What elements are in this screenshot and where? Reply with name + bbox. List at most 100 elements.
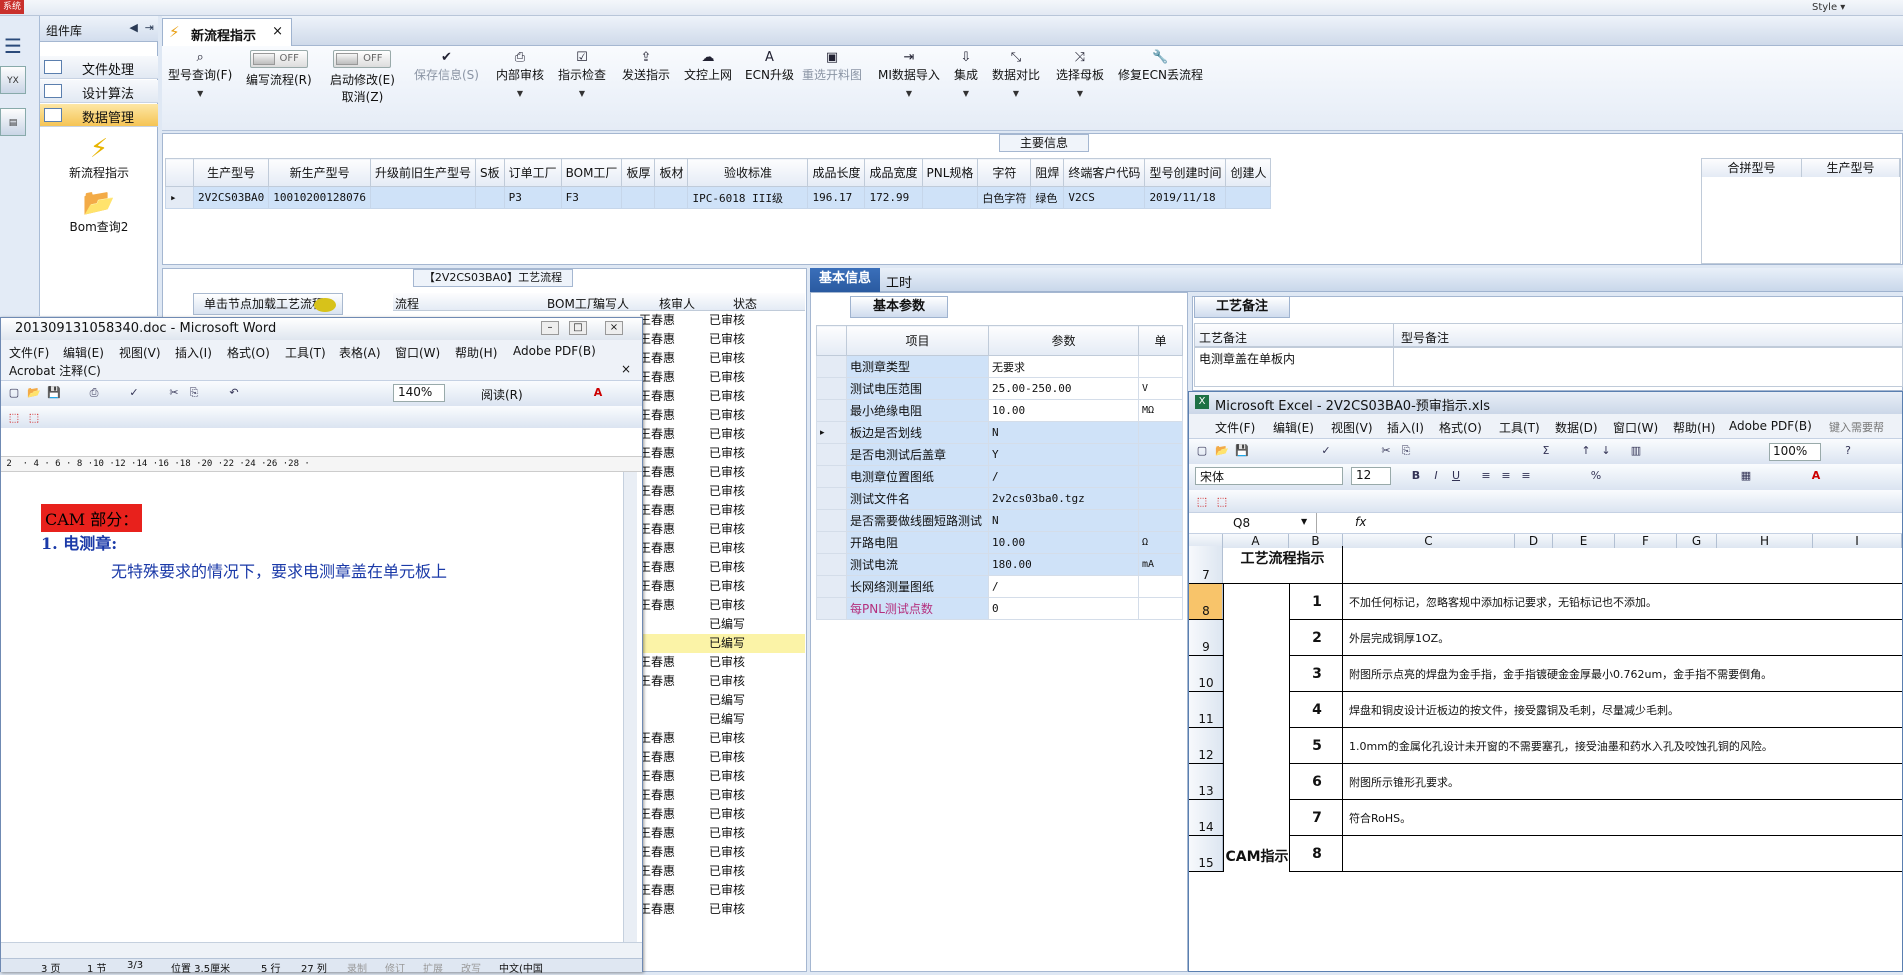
zoom-select[interactable]: 100% <box>1769 443 1821 461</box>
menu-item[interactable]: 工具(T) <box>1499 419 1540 436</box>
save-icon[interactable]: 💾 <box>1235 444 1249 458</box>
comp-item-design[interactable]: 设计算法 <box>40 80 158 103</box>
tab-basic-info[interactable]: 基本信息 <box>810 268 880 292</box>
remark-row[interactable]: 电测章盖在单板内 <box>1194 347 1903 387</box>
new-icon[interactable]: ▢ <box>7 386 21 400</box>
menu-item[interactable]: 文件(F) <box>9 344 49 361</box>
menu-item[interactable]: 数据(D) <box>1555 419 1598 436</box>
sum-icon[interactable]: Σ <box>1539 444 1553 458</box>
word-page[interactable]: CAM 部分： 1. 电测章: 无特殊要求的情况下，要求电测章盖在单元板上 <box>15 472 625 942</box>
col-header[interactable]: 生产型号 <box>1802 159 1900 177</box>
reselect-cut-button[interactable]: ▣ 重选开料图 <box>802 50 862 83</box>
menu-item[interactable]: 视图(V) <box>1331 419 1373 436</box>
pdf-icon[interactable]: ⬚ <box>1195 495 1209 509</box>
pdf-comment-icon[interactable]: ⬚ <box>1215 495 1229 509</box>
pdf-comment-icon[interactable]: ⬚ <box>27 411 41 425</box>
col-header[interactable]: S板 <box>474 158 505 187</box>
col-header[interactable]: 字符 <box>977 158 1032 187</box>
sheet-row[interactable]: 8 1 不加任何标记，忽略客规中添加标记要求，无铅标记也不添加。 <box>1189 584 1902 620</box>
align-right-icon[interactable]: ≡ <box>1519 469 1533 483</box>
menu-item[interactable]: Adobe PDF(B) <box>513 344 596 358</box>
menu-item[interactable]: 表格(A) <box>339 344 381 361</box>
table-row[interactable]: ▸ 2V2CS03BA0 10010200128076 P3 F3 IPC-60… <box>165 186 1272 209</box>
fix-ecn-button[interactable]: 🔧 修复ECN丢流程 <box>1118 50 1203 83</box>
flow-title-cell[interactable]: 工艺流程指示 <box>1223 546 1343 583</box>
tab-new-flow[interactable]: ⚡ 新流程指示 × <box>162 18 292 46</box>
comp-item-data[interactable]: 数据管理 <box>40 104 158 127</box>
sheet-row[interactable]: 15 8 <box>1189 836 1902 872</box>
word-horizontal-scrollbar[interactable] <box>1 942 642 958</box>
font-select[interactable]: 宋体 <box>1195 467 1343 485</box>
panel-nav-icons[interactable]: ◀ ⇥ <box>129 21 154 34</box>
close-icon[interactable]: × <box>272 24 283 39</box>
percent-icon[interactable]: % <box>1589 469 1603 483</box>
sheet-row[interactable]: 7 工艺流程指示 <box>1189 546 1902 584</box>
zoom-select[interactable]: 140% <box>393 384 445 402</box>
sheet-row[interactable]: 9 2 外层完成铜厚1OZ。 <box>1189 620 1902 656</box>
sheet-row[interactable]: 11 4 焊盘和铜皮设计近板边的按文件，接受露铜及毛刺，尽量减少毛刺。 <box>1189 692 1902 728</box>
menu-item[interactable]: 帮助(H) <box>455 344 497 361</box>
param-row[interactable]: 是否电测试后盖章 Y <box>816 443 1183 466</box>
close-icon[interactable]: × <box>621 362 631 376</box>
menu-item[interactable]: 格式(O) <box>227 344 270 361</box>
col-header[interactable]: BOM工厂 <box>560 158 623 187</box>
font-color-icon[interactable]: A <box>591 386 605 400</box>
col-header[interactable]: 终端客户代码 <box>1063 158 1146 187</box>
open-icon[interactable]: 📂 <box>1215 444 1229 458</box>
name-box[interactable]: Q8 <box>1189 513 1317 533</box>
app-icon-1[interactable]: YX <box>0 66 26 94</box>
style-menu[interactable]: Style ▾ <box>1812 2 1845 13</box>
word-ruler[interactable]: 2 · 4 · 6 · 8 ·10 ·12 ·14 ·16 ·18 ·20 ·2… <box>1 456 642 472</box>
param-row[interactable]: 测试文件名 2v2cs03ba0.tgz <box>816 487 1183 510</box>
col-header[interactable]: 合拼型号 <box>1702 159 1802 177</box>
col-header[interactable]: PNL规格 <box>921 158 979 187</box>
minimize-icon[interactable]: – <box>541 321 559 335</box>
col-header[interactable]: 板材 <box>654 158 689 187</box>
maximize-icon[interactable]: □ <box>569 321 587 335</box>
col-header[interactable]: 板厚 <box>621 158 656 187</box>
cancel-button[interactable]: 取消(Z) <box>342 90 384 104</box>
save-icon[interactable]: 💾 <box>47 386 61 400</box>
border-icon[interactable]: ▦ <box>1739 469 1753 483</box>
menu-icon[interactable]: ☰ <box>4 36 26 56</box>
bold-icon[interactable]: B <box>1409 469 1423 483</box>
sheet-row[interactable]: 12 5 1.0mm的金属化孔设计未开窗的不需要塞孔，接受油墨和药水入孔及咬蚀孔铜的… <box>1189 728 1902 764</box>
menu-item[interactable]: 编辑(E) <box>63 344 104 361</box>
ecn-upgrade-button[interactable]: A ECN升级 <box>745 50 794 83</box>
menu-item[interactable]: 帮助(H) <box>1673 419 1715 436</box>
close-icon[interactable]: × <box>605 321 623 335</box>
menu-item[interactable]: 窗口(W) <box>395 344 440 361</box>
col-header[interactable]: 新生产型号 <box>268 158 371 187</box>
col-header[interactable]: 升级前旧生产型号 <box>369 158 476 187</box>
sheet-grid[interactable]: 7 工艺流程指示 8 1 不加任何标记，忽略客规中添加标记要求，无铅标记也不添加。 9 2 外… <box>1189 546 1902 973</box>
italic-icon[interactable]: I <box>1429 469 1443 483</box>
model-query-button[interactable]: ⌕ 型号查询(F) ▼ <box>168 50 232 98</box>
basic-params-caption[interactable]: 基本参数 <box>850 296 948 318</box>
remark-caption[interactable]: 工艺备注 <box>1194 296 1290 318</box>
col-header[interactable]: 成品长度 <box>807 158 866 187</box>
param-row[interactable]: ▸ 板边是否划线 N <box>816 421 1183 444</box>
param-row[interactable]: 测试电压范围 25.00-250.00 V <box>816 377 1183 400</box>
sheet-row[interactable]: 14 7 符合RoHS。 <box>1189 800 1902 836</box>
menu-item[interactable]: 插入(I) <box>175 344 212 361</box>
align-center-icon[interactable]: ≡ <box>1499 469 1513 483</box>
col-header[interactable]: 型号创建时间 <box>1144 158 1227 187</box>
col-header[interactable]: 生产型号 <box>192 158 270 187</box>
spell-icon[interactable]: ✓ <box>1319 444 1333 458</box>
param-row[interactable]: 开路电阻 10.00 Ω <box>816 531 1183 554</box>
copy-icon[interactable]: ⎘ <box>1399 444 1413 458</box>
word-vertical-scrollbar[interactable] <box>623 472 637 942</box>
fx-icon[interactable]: fx <box>1355 515 1366 529</box>
start-edit-toggle[interactable]: OFF 启动修改(E) 取消(Z) <box>330 50 395 105</box>
param-row[interactable]: 是否需要做线圈短路测试 N <box>816 509 1183 532</box>
help-icon[interactable]: ? <box>1841 444 1855 458</box>
menu-item[interactable]: 窗口(W) <box>1613 419 1658 436</box>
new-flow-shortcut[interactable]: ⚡ 新流程指示 <box>40 134 158 181</box>
param-row[interactable]: 测试电流 180.00 mA <box>816 553 1183 576</box>
col-header[interactable]: 成品宽度 <box>864 158 923 187</box>
font-size-select[interactable]: 12 <box>1351 467 1391 485</box>
tab-work-hours[interactable]: 工时 <box>886 272 912 291</box>
menu-item[interactable]: 编辑(E) <box>1273 419 1314 436</box>
param-row[interactable]: 电测章位置图纸 / <box>816 465 1183 488</box>
doc-online-button[interactable]: ☁ 文控上网 <box>684 50 732 83</box>
